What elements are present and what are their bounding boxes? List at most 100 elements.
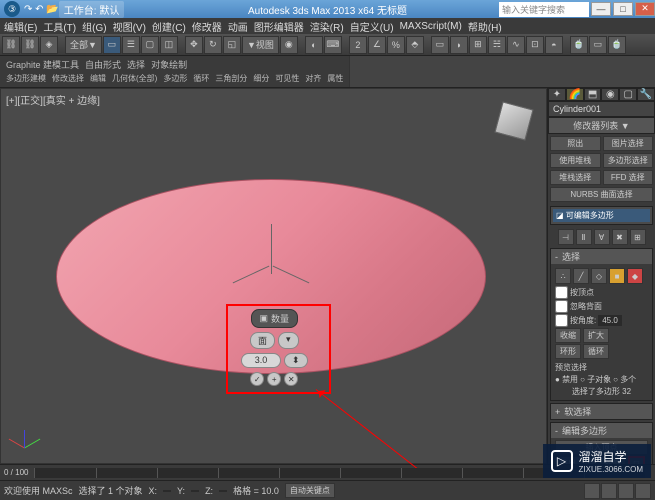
caddy-mode-dropdown[interactable]: ▾ [278, 332, 299, 349]
nav-orbit-icon[interactable] [618, 483, 634, 499]
rollout-selection-header[interactable]: - 选择 [551, 249, 652, 264]
cmd-btn-0[interactable]: 照出 [550, 136, 601, 151]
select-by-name-icon[interactable]: ☰ [122, 36, 140, 54]
modify-tab-icon[interactable]: 🌈 [566, 88, 584, 101]
use-center-icon[interactable]: ◉ [280, 36, 298, 54]
scale-icon[interactable]: ◱ [223, 36, 241, 54]
stack-item-editable-poly[interactable]: ◪ 可编辑多边形 [553, 209, 650, 222]
ribbon-polygons[interactable]: 多边形 [163, 73, 187, 84]
cmd-btn-2[interactable]: 使用堆栈 [550, 153, 601, 168]
snap-2d-icon[interactable]: 2 [349, 36, 367, 54]
menu-animation[interactable]: 动画 [228, 19, 248, 34]
ref-coord-system[interactable]: ▼视图 [242, 36, 279, 54]
cmd-btn-3[interactable]: 多边形选择 [603, 153, 654, 168]
subobj-element-icon[interactable]: ◆ [627, 268, 643, 284]
named-sel-icon[interactable]: ▭ [431, 36, 449, 54]
shrink-button[interactable]: 收缩 [555, 328, 581, 343]
ribbon-poly-modeling[interactable]: 多边形建模 [6, 73, 46, 84]
window-crossing-icon[interactable]: ◫ [160, 36, 178, 54]
align-icon[interactable]: ⊞ [469, 36, 487, 54]
loop-button[interactable]: 循环 [583, 344, 609, 359]
subobj-vertex-icon[interactable]: ∴ [555, 268, 571, 284]
modifier-list-dropdown[interactable]: 修改器列表 ▼ [548, 117, 655, 134]
bind-icon[interactable]: ◈ [40, 36, 58, 54]
mirror-icon[interactable]: ◗ [450, 36, 468, 54]
modifier-stack[interactable]: ◪ 可编辑多边形 [550, 206, 653, 225]
preview-subobj-radio[interactable]: ○ 子对象 [580, 374, 611, 385]
stack-pin-icon[interactable]: ⊣ [558, 229, 574, 245]
workspace-switcher[interactable]: 工作台: 默认 [59, 1, 125, 18]
coord-z-field[interactable] [219, 490, 227, 492]
caddy-cancel-button[interactable]: ✕ [284, 372, 298, 386]
stack-show-icon[interactable]: Ⅱ [576, 229, 592, 245]
ribbon-subdiv[interactable]: 细分 [253, 73, 269, 84]
layers-icon[interactable]: ☵ [488, 36, 506, 54]
select-region-icon[interactable]: ▢ [141, 36, 159, 54]
subobj-border-icon[interactable]: ◇ [591, 268, 607, 284]
selection-filter[interactable]: 全部 ▼ [65, 36, 102, 54]
nav-max-icon[interactable] [635, 483, 651, 499]
by-vertex-checkbox[interactable] [555, 286, 568, 299]
coord-y-field[interactable] [191, 490, 199, 492]
ribbon-panel-modeling[interactable]: Graphite 建模工具 自由形式 选择 对象绘制 多边形建模 修改选择 编辑… [0, 56, 350, 87]
viewport-perspective[interactable]: [+][正交][真实 + 边缘] ▣ 数量 面 ▾ 3.0 ⬍ ✓ + ✕ [0, 88, 547, 464]
cmd-btn-6[interactable]: NURBS 曲面选择 [550, 187, 653, 202]
redo-icon[interactable]: ↷ [24, 4, 32, 15]
unlink-icon[interactable]: ⛓ [21, 36, 39, 54]
help-search-input[interactable]: 输入关键字搜索 [499, 2, 589, 17]
minimize-button[interactable]: — [591, 2, 611, 16]
ribbon-modify-sel[interactable]: 修改选择 [52, 73, 84, 84]
viewcube[interactable] [491, 99, 536, 144]
nav-zoom-icon[interactable] [601, 483, 617, 499]
stack-unique-icon[interactable]: ∀ [594, 229, 610, 245]
ribbon-edit[interactable]: 编辑 [90, 73, 106, 84]
menu-rendering[interactable]: 渲染(R) [310, 19, 344, 34]
ribbon-geometry[interactable]: 几何体(全部) [112, 73, 157, 84]
cmd-btn-1[interactable]: 图片选择 [603, 136, 654, 151]
curve-editor-icon[interactable]: ∿ [507, 36, 525, 54]
nav-pan-icon[interactable] [584, 483, 600, 499]
stack-config-icon[interactable]: ⊞ [630, 229, 646, 245]
display-tab-icon[interactable]: ▢ [619, 88, 637, 101]
snap-percent-icon[interactable]: % [387, 36, 405, 54]
caddy-apply-button[interactable]: + [267, 372, 281, 386]
ring-button[interactable]: 环形 [555, 344, 581, 359]
coord-x-field[interactable] [163, 490, 171, 492]
snap-angle-icon[interactable]: ∠ [368, 36, 386, 54]
stack-remove-icon[interactable]: ✖ [612, 229, 628, 245]
subobj-edge-icon[interactable]: ╱ [573, 268, 589, 284]
select-manipulate-icon[interactable]: ◐ [305, 36, 323, 54]
render-setup-icon[interactable]: 🍵 [570, 36, 588, 54]
caddy-ok-button[interactable]: ✓ [250, 372, 264, 386]
menu-views[interactable]: 视图(V) [113, 19, 146, 34]
caddy-height-input[interactable]: 3.0 [241, 353, 281, 368]
select-object-icon[interactable]: ▭ [103, 36, 121, 54]
ribbon-properties[interactable]: 属性 [327, 73, 343, 84]
close-button[interactable]: ✕ [635, 2, 655, 16]
menu-tools[interactable]: 工具(T) [43, 19, 76, 34]
caddy-spinner[interactable]: ⬍ [284, 353, 308, 368]
preview-multi-radio[interactable]: ○ 多个 [613, 374, 636, 385]
open-icon[interactable]: 📂 [46, 4, 58, 15]
menu-edit[interactable]: 编辑(E) [4, 19, 37, 34]
rollout-soft-header[interactable]: + 软选择 [551, 404, 652, 419]
motion-tab-icon[interactable]: ◉ [601, 88, 619, 101]
rollout-edit-header[interactable]: - 编辑多边形 [551, 423, 652, 438]
menu-modifiers[interactable]: 修改器 [192, 19, 222, 34]
subobj-polygon-icon[interactable]: ■ [609, 268, 625, 284]
menu-customize[interactable]: 自定义(U) [350, 19, 394, 34]
grow-button[interactable]: 扩大 [583, 328, 609, 343]
cmd-btn-5[interactable]: FFD 选择 [603, 170, 654, 185]
maximize-button[interactable]: □ [613, 2, 633, 16]
keyboard-shortcut-icon[interactable]: ⌨ [324, 36, 342, 54]
angle-spinner[interactable]: 45.0 [598, 315, 622, 326]
create-tab-icon[interactable]: ✦ [548, 88, 566, 101]
ribbon-tris[interactable]: 三角剖分 [215, 73, 247, 84]
ignore-backfacing-checkbox[interactable] [555, 300, 568, 313]
ribbon-align[interactable]: 对齐 [305, 73, 321, 84]
move-icon[interactable]: ✥ [185, 36, 203, 54]
object-name-field[interactable]: Cylinder001 [548, 101, 655, 117]
ribbon-visibility[interactable]: 可见性 [275, 73, 299, 84]
hierarchy-tab-icon[interactable]: ⬒ [584, 88, 602, 101]
schematic-icon[interactable]: ⊡ [526, 36, 544, 54]
